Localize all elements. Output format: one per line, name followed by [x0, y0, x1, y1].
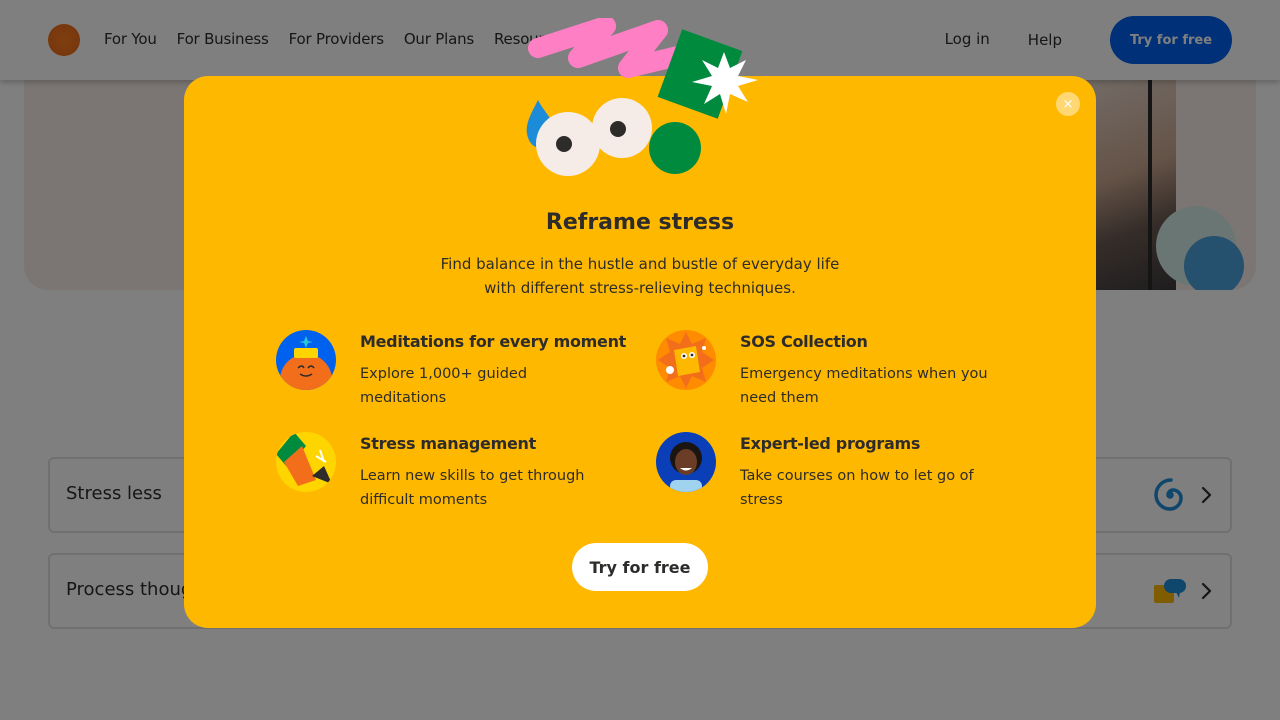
try-free-modal-button[interactable]: Try for free [572, 543, 708, 591]
close-icon: × [1062, 96, 1074, 112]
reframe-stress-modal: × Reframe stress Find balance in the hus… [184, 18, 1096, 628]
sos-character-icon [656, 330, 716, 390]
modal-subtitle: Find balance in the hustle and bustle of… [440, 255, 840, 297]
stress-management-icon [276, 432, 336, 492]
feature-title: Expert-led programs [740, 434, 921, 453]
close-modal-button[interactable]: × [1056, 92, 1080, 116]
expert-portrait-icon [656, 432, 716, 492]
feature-description: Learn new skills to get through difficul… [360, 468, 585, 508]
feature-title: SOS Collection [740, 332, 868, 351]
feature-title: Meditations for every moment [360, 332, 627, 351]
feature-description: Emergency meditations when you need them [740, 366, 988, 406]
stress-illustration [526, 18, 758, 176]
modal-title: Reframe stress [545, 210, 735, 235]
feature-title: Stress management [360, 434, 536, 453]
meditation-face-icon [276, 330, 336, 390]
feature-description: Explore 1,000+ guided meditations [360, 366, 528, 406]
feature-description: Take courses on how to let go of stress [740, 468, 974, 508]
